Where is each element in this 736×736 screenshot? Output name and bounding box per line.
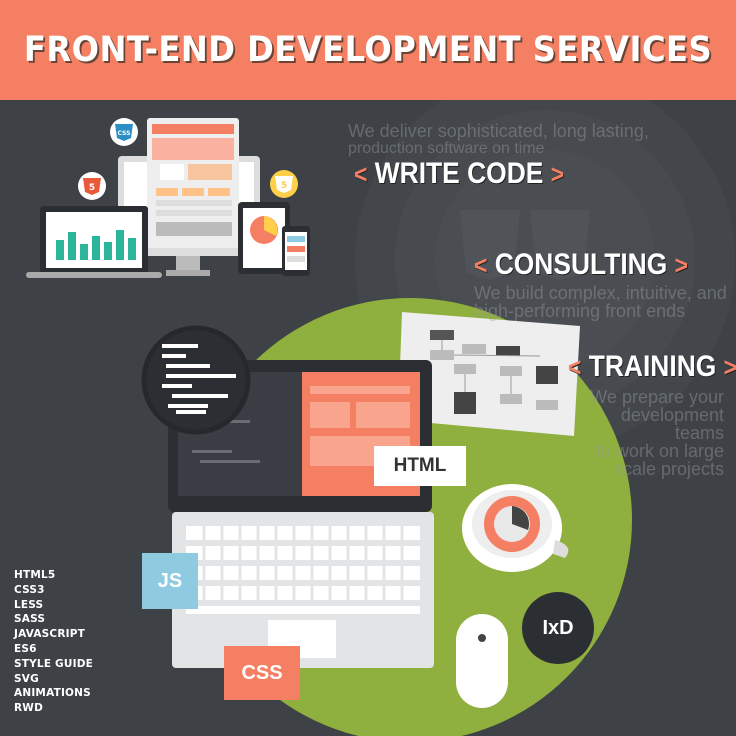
html5-yellow-bubble-icon: 5 (270, 170, 298, 198)
service-consulting: < CONSULTING > (474, 248, 688, 281)
devices-cluster (26, 118, 310, 278)
list-item: LESS (14, 598, 44, 611)
consulting-description: We build complex, intuitive, and high-pe… (474, 283, 727, 321)
page-title: FRONT-END DEVELOPMENT SERVICES (23, 30, 713, 70)
training-description: We prepare your development teams to wor… (590, 387, 724, 479)
write-code-description: We deliver sophisticated, long lasting, … (348, 121, 649, 157)
css3-bubble-icon: CSS (110, 118, 138, 146)
technology-list: HTML5 CSS3 LESS SASS JAVASCRIPT ES6 STYL… (14, 568, 93, 716)
js-badge: JS (142, 553, 198, 609)
header-banner: FRONT-END DEVELOPMENT SERVICES (0, 0, 736, 100)
list-item: ES6 (14, 642, 37, 655)
infographic: FRONT-END DEVELOPMENT SERVICES CSS 5 5 W… (0, 0, 736, 736)
list-item: ANIMATIONS (14, 687, 91, 700)
magnifier (141, 325, 251, 435)
list-item: JAVASCRIPT (14, 628, 85, 641)
ixd-badge: IxD (522, 592, 594, 664)
html5-bubble-icon: 5 (78, 172, 106, 200)
css-badge: CSS (224, 646, 300, 700)
list-item: CSS3 (14, 583, 45, 596)
list-item: STYLE GUIDE (14, 657, 93, 670)
svg-text:5: 5 (89, 183, 95, 193)
list-item: SASS (14, 613, 46, 626)
svg-text:CSS: CSS (118, 130, 131, 137)
mouse (456, 614, 508, 708)
svg-text:5: 5 (281, 181, 287, 191)
service-write-code: < WRITE CODE > (354, 157, 565, 190)
list-item: HTML5 (14, 569, 56, 581)
list-item: RWD (14, 702, 43, 715)
list-item: SVG (14, 672, 39, 685)
html-badge: HTML (374, 446, 466, 486)
service-training: < TRAINING > (568, 350, 736, 383)
